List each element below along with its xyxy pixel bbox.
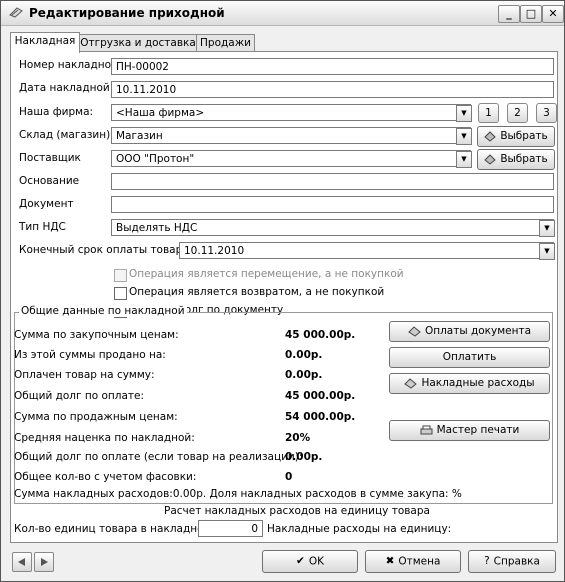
supplier-select-button[interactable]: Выбрать: [477, 149, 555, 170]
summary-value-purchase: 45 000.00р.: [285, 329, 356, 341]
ok-label: OK: [308, 555, 324, 568]
document-edit-icon: [9, 7, 23, 18]
firm-dropdown-icon[interactable]: ▼: [456, 105, 472, 122]
next-record-button[interactable]: [34, 552, 54, 572]
unit-qty-label: Кол-во единиц товара в накладной:: [14, 523, 214, 535]
summary-label-purchase: Сумма по закупочным ценам:: [14, 329, 179, 341]
summary-value-sale: 54 000.00р.: [285, 411, 356, 423]
print-master-label: Мастер печати: [436, 424, 520, 436]
move-checkbox[interactable]: [114, 269, 127, 282]
supplier-select-label: Выбрать: [500, 153, 548, 165]
supplier-dropdown-icon[interactable]: ▼: [456, 151, 472, 168]
help-label: Справка: [493, 555, 540, 568]
summary-label-debt: Общий долг по оплате:: [14, 390, 145, 402]
unit-cost-label: Накладные расходы на единицу:: [267, 523, 452, 535]
minimize-button[interactable]: _: [498, 5, 520, 23]
select-icon: [484, 153, 497, 165]
help-icon: ?: [484, 555, 490, 567]
warehouse-label: Склад (магазин): [19, 129, 111, 141]
date-field[interactable]: 10.11.2010: [111, 81, 554, 98]
firm-select[interactable]: <Наша фирма>: [111, 104, 471, 121]
overhead-icon: [404, 377, 418, 389]
supplier-select[interactable]: ООО "Протон": [111, 150, 471, 167]
warehouse-select-label: Выбрать: [500, 130, 548, 142]
maximize-button[interactable]: □: [520, 5, 542, 23]
vat-select[interactable]: Выделять НДС: [111, 219, 554, 236]
summary-label-paid: Оплачен товар на сумму:: [14, 369, 155, 381]
due-label: Конечный срок оплаты товара: [19, 244, 189, 256]
prev-record-button[interactable]: [12, 552, 32, 572]
summary-label-qty: Общее кол-во с учетом фасовки:: [14, 471, 197, 483]
move-checkbox-label: Операция является перемещение, а не поку…: [129, 268, 404, 280]
printer-icon: [420, 425, 433, 434]
check-icon: ✔: [296, 555, 305, 567]
summary-label-consign-debt: Общий долг по оплате (если товар на реал…: [14, 451, 303, 463]
summary-label-sale: Сумма по продажным ценам:: [14, 411, 178, 423]
tab-invoice[interactable]: Накладная: [10, 32, 80, 53]
summary-value-sold: 0.00р.: [285, 349, 323, 361]
return-checkbox-label: Операция является возвратом, а не покупк…: [129, 286, 385, 298]
basis-field[interactable]: [111, 173, 554, 190]
window-title: Редактирование приходной: [29, 6, 225, 20]
cross-icon: ✖: [385, 555, 395, 567]
warehouse-select[interactable]: Магазин: [111, 127, 471, 144]
close-button[interactable]: ✕: [542, 5, 564, 23]
basis-label: Основание: [19, 175, 80, 187]
tab-sales[interactable]: Продажи: [196, 34, 255, 52]
document-field[interactable]: [111, 196, 554, 213]
due-date-field[interactable]: 10.11.2010: [179, 242, 554, 259]
title-bar: Редактирование приходной _ □ ✕: [1, 1, 564, 26]
vat-label: Тип НДС: [19, 221, 66, 233]
summary-value-paid: 0.00р.: [285, 369, 323, 381]
number-field[interactable]: ПН-00002: [111, 58, 554, 75]
tab-shipping[interactable]: Отгрузка и доставка: [79, 34, 197, 52]
help-button[interactable]: ? Справка: [468, 550, 556, 573]
summary-value-qty: 0: [285, 471, 293, 483]
summary-label-margin: Средняя наценка по накладной:: [14, 432, 195, 444]
summary-value-consign-debt: 0.00р.: [285, 451, 323, 463]
document-label: Документ: [19, 198, 74, 210]
overhead-button[interactable]: Накладные расходы: [389, 373, 550, 394]
print-master-button[interactable]: Мастер печати: [389, 420, 550, 441]
overhead-summary-text: Сумма накладных расходов:0.00р. Доля нак…: [14, 488, 462, 500]
supplier-label: Поставщик: [19, 152, 81, 164]
summary-value-margin: 20%: [285, 432, 311, 444]
warehouse-dropdown-icon[interactable]: ▼: [456, 128, 472, 145]
cancel-label: Отмена: [398, 555, 441, 568]
summary-value-debt: 45 000.00р.: [285, 390, 356, 402]
firm-button-2[interactable]: 2: [507, 103, 528, 123]
unit-qty-field[interactable]: 0: [198, 520, 263, 537]
cancel-button[interactable]: ✖ Отмена: [365, 550, 461, 573]
vat-dropdown-icon[interactable]: ▼: [539, 220, 555, 237]
arrow-left-icon: [18, 558, 25, 566]
firm-button-1[interactable]: 1: [478, 103, 499, 123]
ok-button[interactable]: ✔ OK: [262, 550, 358, 573]
doc-payments-label: Оплаты документа: [424, 325, 532, 337]
date-label: Дата накладной: [19, 82, 110, 94]
firm-label: Наша фирма:: [19, 106, 94, 118]
unit-separator: [14, 503, 551, 504]
overhead-label: Накладные расходы: [421, 377, 535, 389]
firm-button-3[interactable]: 3: [536, 103, 557, 123]
number-label: Номер накладной: [19, 59, 118, 71]
arrow-right-icon: [41, 558, 48, 566]
warehouse-select-button[interactable]: Выбрать: [477, 126, 555, 147]
payments-icon: [408, 325, 421, 337]
summary-label-sold: Из этой суммы продано на:: [14, 349, 166, 361]
dialog-window: Редактирование приходной _ □ ✕ Накладная…: [0, 0, 565, 582]
due-dropdown-icon[interactable]: ▼: [539, 243, 555, 260]
summary-group-title: Общие данные по накладной: [19, 305, 187, 317]
unit-title: Расчет накладных расходов на единицу тов…: [164, 505, 430, 517]
pay-button[interactable]: Оплатить: [389, 347, 550, 368]
return-checkbox[interactable]: [114, 287, 127, 300]
doc-payments-button[interactable]: Оплаты документа: [389, 321, 550, 342]
select-icon: [484, 130, 497, 142]
